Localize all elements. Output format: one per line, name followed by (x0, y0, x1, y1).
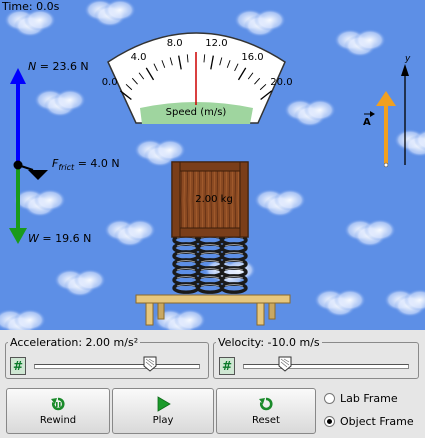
simulation-panel: Time: 0.0s 0.0 4.0 8.0 12.0 16.0 20.0 Speed (… (0, 0, 425, 330)
acceleration-slider-thumb[interactable] (143, 356, 157, 372)
acceleration-legend: Acceleration: 2.00 m/s² (10, 336, 139, 349)
acceleration-slider-track[interactable] (34, 364, 200, 369)
play-label: Play (152, 415, 174, 426)
reset-label: Reset (252, 415, 280, 426)
speedometer-title: Speed (m/s) (165, 107, 227, 118)
speedometer-tick-label: 16.0 (241, 51, 264, 63)
acceleration-indicator (364, 64, 409, 168)
lab-frame-radio[interactable]: Lab Frame (324, 392, 398, 405)
object-frame-radio[interactable]: Object Frame (324, 415, 414, 428)
object-frame-label: Object Frame (340, 415, 414, 428)
velocity-slider-thumb[interactable] (278, 356, 292, 372)
reset-icon (259, 397, 273, 411)
rewind-icon (51, 397, 65, 411)
velocity-slider-track[interactable] (243, 364, 409, 369)
play-icon (157, 396, 171, 412)
crate-mass-label: 2.00 kg (195, 194, 233, 205)
object-frame-radio-dot[interactable] (324, 415, 335, 427)
acceleration-label: A (363, 117, 371, 128)
reset-button[interactable]: Reset (216, 388, 316, 434)
velocity-legend: Velocity: -10.0 m/s (218, 336, 320, 349)
spring-coil (220, 282, 248, 294)
weight-force-label: W = 19.6 N (28, 232, 92, 245)
lab-frame-label: Lab Frame (340, 392, 398, 405)
speedometer-tick-label: 12.0 (205, 37, 228, 49)
rewind-button[interactable]: Rewind (6, 388, 110, 434)
acceleration-arrowhead (376, 91, 396, 106)
speedometer-tick-label: 8.0 (166, 37, 183, 49)
normal-force-label: N = 23.6 N (28, 60, 89, 73)
acceleration-entry-button[interactable]: # (10, 357, 26, 375)
lab-frame-radio-dot[interactable] (324, 392, 335, 404)
rewind-label: Rewind (39, 415, 77, 426)
friction-force-label: Ffrict = 4.0 N (52, 157, 120, 173)
normal-force-arrowhead (10, 68, 26, 84)
velocity-control: Velocity: -10.0 m/s (213, 336, 419, 379)
speedometer-tick-label: 4.0 (130, 51, 147, 63)
velocity-entry-button[interactable]: # (219, 357, 235, 375)
spring-coil (172, 282, 200, 294)
force-origin-point (13, 160, 23, 170)
speedometer-tick-label: 20.0 (270, 77, 293, 89)
play-button[interactable]: Play (112, 388, 214, 434)
acceleration-control: Acceleration: 2.00 m/s² (5, 336, 209, 379)
y-axis-arrowhead (401, 64, 409, 76)
speedometer-tick-label: 0.0 (101, 77, 118, 89)
time-readout: Time: 0.0s (2, 0, 60, 13)
friction-force-arrowhead (28, 170, 48, 180)
y-axis-label: y (405, 54, 411, 64)
spring-coil (196, 282, 224, 294)
weight-force-arrowhead (9, 228, 27, 244)
